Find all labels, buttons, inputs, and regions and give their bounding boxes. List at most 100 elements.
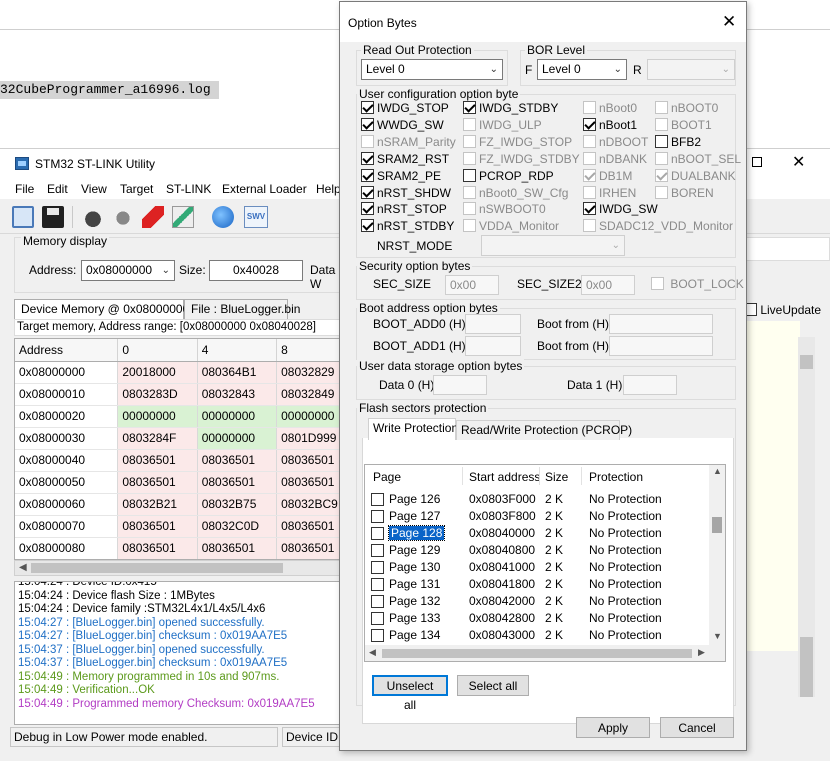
- menu-help[interactable]: Help: [316, 182, 341, 196]
- page-checkbox[interactable]: [371, 510, 384, 523]
- option-pcrop-rdp[interactable]: PCROP_RDP: [463, 168, 554, 183]
- checkbox[interactable]: [583, 117, 596, 131]
- page-row[interactable]: Page 134 0x08043000 2 K No Protection: [365, 627, 709, 644]
- disconnect-icon[interactable]: [112, 206, 134, 228]
- page-row[interactable]: Page 127 0x0803F800 2 K No Protection: [365, 508, 709, 525]
- tab-write-protection[interactable]: Write Protection: [368, 418, 458, 440]
- page-checkbox[interactable]: [371, 629, 384, 642]
- option-vdda-monitor[interactable]: VDDA_Monitor: [463, 219, 559, 233]
- table-row[interactable]: 0x08000060 08032B21 08032B75 08032BC9: [15, 493, 343, 516]
- checkbox[interactable]: [583, 219, 596, 233]
- option-sdadc12-vdd-monitor[interactable]: SDADC12_VDD_Monitor: [583, 219, 733, 233]
- menu-target[interactable]: Target: [120, 182, 153, 196]
- option-ndbank[interactable]: nDBANK: [583, 151, 647, 166]
- option-bfb2[interactable]: BFB2: [655, 134, 701, 149]
- memory-cell[interactable]: 08032843: [197, 383, 278, 406]
- nrst-mode-select[interactable]: ⌄: [481, 235, 625, 256]
- page-row[interactable]: Page 128 0x08040000 2 K No Protection: [365, 525, 709, 542]
- memory-cell[interactable]: 00000000: [197, 427, 278, 450]
- checkbox[interactable]: [463, 101, 476, 114]
- memory-cell[interactable]: 08036501: [276, 471, 343, 494]
- option-ndboot[interactable]: nDBOOT: [583, 134, 648, 149]
- option-fz-iwdg-stop[interactable]: FZ_IWDG_STOP: [463, 134, 572, 149]
- scrollbar-thumb[interactable]: [31, 563, 283, 573]
- memory-cell[interactable]: 08036501: [117, 471, 198, 494]
- boot-from-1-input[interactable]: [609, 336, 713, 356]
- checkbox[interactable]: [463, 185, 476, 199]
- memory-cell[interactable]: 20018000: [117, 361, 198, 384]
- bor-r-select[interactable]: ⌄: [647, 59, 735, 80]
- page-checkbox[interactable]: [371, 612, 384, 625]
- memory-cell[interactable]: 00000000: [117, 405, 198, 428]
- page-row[interactable]: Page 130 0x08041000 2 K No Protection: [365, 559, 709, 576]
- option-fz-iwdg-stdby[interactable]: FZ_IWDG_STDBY: [463, 151, 580, 166]
- tab-file[interactable]: File : BlueLogger.bin: [184, 299, 300, 319]
- cancel-button[interactable]: Cancel: [660, 717, 734, 738]
- option-iwdg-sw[interactable]: IWDG_SW: [583, 202, 658, 216]
- erase-icon[interactable]: [142, 206, 164, 228]
- checkbox[interactable]: [463, 117, 476, 131]
- close-icon[interactable]: ✕: [722, 12, 736, 32]
- scrollbar-thumb[interactable]: [712, 517, 722, 533]
- menu-stlink[interactable]: ST-LINK: [166, 182, 211, 196]
- memory-cell[interactable]: 08036501: [117, 515, 198, 538]
- column-header-address[interactable]: Address: [15, 339, 119, 362]
- column-header-size[interactable]: Size: [545, 470, 568, 484]
- checkbox[interactable]: [361, 117, 374, 131]
- scroll-up-arrow-icon[interactable]: ▲: [713, 466, 722, 476]
- option-nboot1[interactable]: nBoot1: [583, 117, 637, 132]
- apply-button[interactable]: Apply: [576, 717, 650, 738]
- option-nsram-parity[interactable]: nSRAM_Parity: [361, 134, 456, 149]
- menu-edit[interactable]: Edit: [47, 182, 68, 196]
- checkbox[interactable]: [583, 101, 596, 114]
- option-nswboot0[interactable]: nSWBOOT0: [463, 202, 546, 216]
- unselect-all-button[interactable]: Unselect all: [372, 675, 448, 712]
- chevron-down-icon[interactable]: ⌄: [614, 60, 622, 79]
- checkbox[interactable]: [361, 202, 374, 216]
- option-iwdg-stdby[interactable]: IWDG_STDBY: [463, 101, 558, 115]
- memory-cell[interactable]: 08036501: [276, 449, 343, 472]
- option-nboot0[interactable]: nBOOT0: [655, 101, 718, 115]
- size-input[interactable]: 0x40028: [209, 260, 303, 281]
- read-out-protection-select[interactable]: Level 0 ⌄: [361, 59, 503, 80]
- checkbox[interactable]: [583, 134, 596, 148]
- table-row[interactable]: 0x08000040 08036501 08036501 08036501: [15, 449, 343, 472]
- checkbox[interactable]: [655, 151, 668, 165]
- option-nboot-sel[interactable]: nBOOT_SEL: [655, 151, 741, 166]
- scroll-left-arrow-icon[interactable]: ◀: [369, 647, 376, 658]
- checkbox[interactable]: [463, 151, 476, 165]
- memory-cell[interactable]: 08036501: [117, 449, 198, 472]
- checkbox[interactable]: [361, 151, 374, 165]
- page-row[interactable]: Page 132 0x08042000 2 K No Protection: [365, 593, 709, 610]
- column-header-0[interactable]: 0: [117, 339, 198, 362]
- option-nrst-shdw[interactable]: nRST_SHDW: [361, 185, 451, 200]
- checkbox[interactable]: [361, 168, 374, 182]
- option-iwdg-stop[interactable]: IWDG_STOP: [361, 101, 449, 115]
- checkbox[interactable]: [361, 219, 374, 233]
- table-row[interactable]: 0x08000050 08036501 08036501 08036501: [15, 471, 343, 494]
- page-checkbox[interactable]: [371, 527, 384, 540]
- address-cell[interactable]: 0x08000080: [15, 537, 119, 559]
- column-header-4[interactable]: 4: [197, 339, 278, 362]
- scrollbar-thumb[interactable]: [800, 355, 813, 369]
- page-checkbox[interactable]: [371, 578, 384, 591]
- right-vertical-scrollbar[interactable]: [798, 337, 815, 697]
- boot-add1-input[interactable]: [465, 336, 521, 356]
- page-protection-list[interactable]: Page Start address Size Protection Page …: [364, 464, 726, 662]
- memory-cell[interactable]: 08032829: [276, 361, 343, 384]
- checkbox[interactable]: [463, 219, 476, 233]
- option-dualbank[interactable]: DUALBANK: [655, 168, 736, 183]
- checkbox[interactable]: [655, 117, 668, 131]
- page-checkbox[interactable]: [371, 561, 384, 574]
- checkbox[interactable]: [655, 134, 668, 148]
- web-update-icon[interactable]: [212, 206, 234, 228]
- memory-cell[interactable]: 08036501: [276, 537, 343, 559]
- address-cell[interactable]: 0x08000030: [15, 427, 119, 450]
- option-irhen[interactable]: IRHEN: [583, 185, 636, 200]
- page-list-vertical-scrollbar[interactable]: ▲ ▼: [709, 465, 725, 645]
- option-boren[interactable]: BOREN: [655, 185, 714, 200]
- memory-cell[interactable]: 08032849: [276, 383, 343, 406]
- memory-cell[interactable]: 08036501: [276, 515, 343, 538]
- address-cell[interactable]: 0x08000060: [15, 493, 119, 516]
- memory-cell[interactable]: 08036501: [197, 537, 278, 559]
